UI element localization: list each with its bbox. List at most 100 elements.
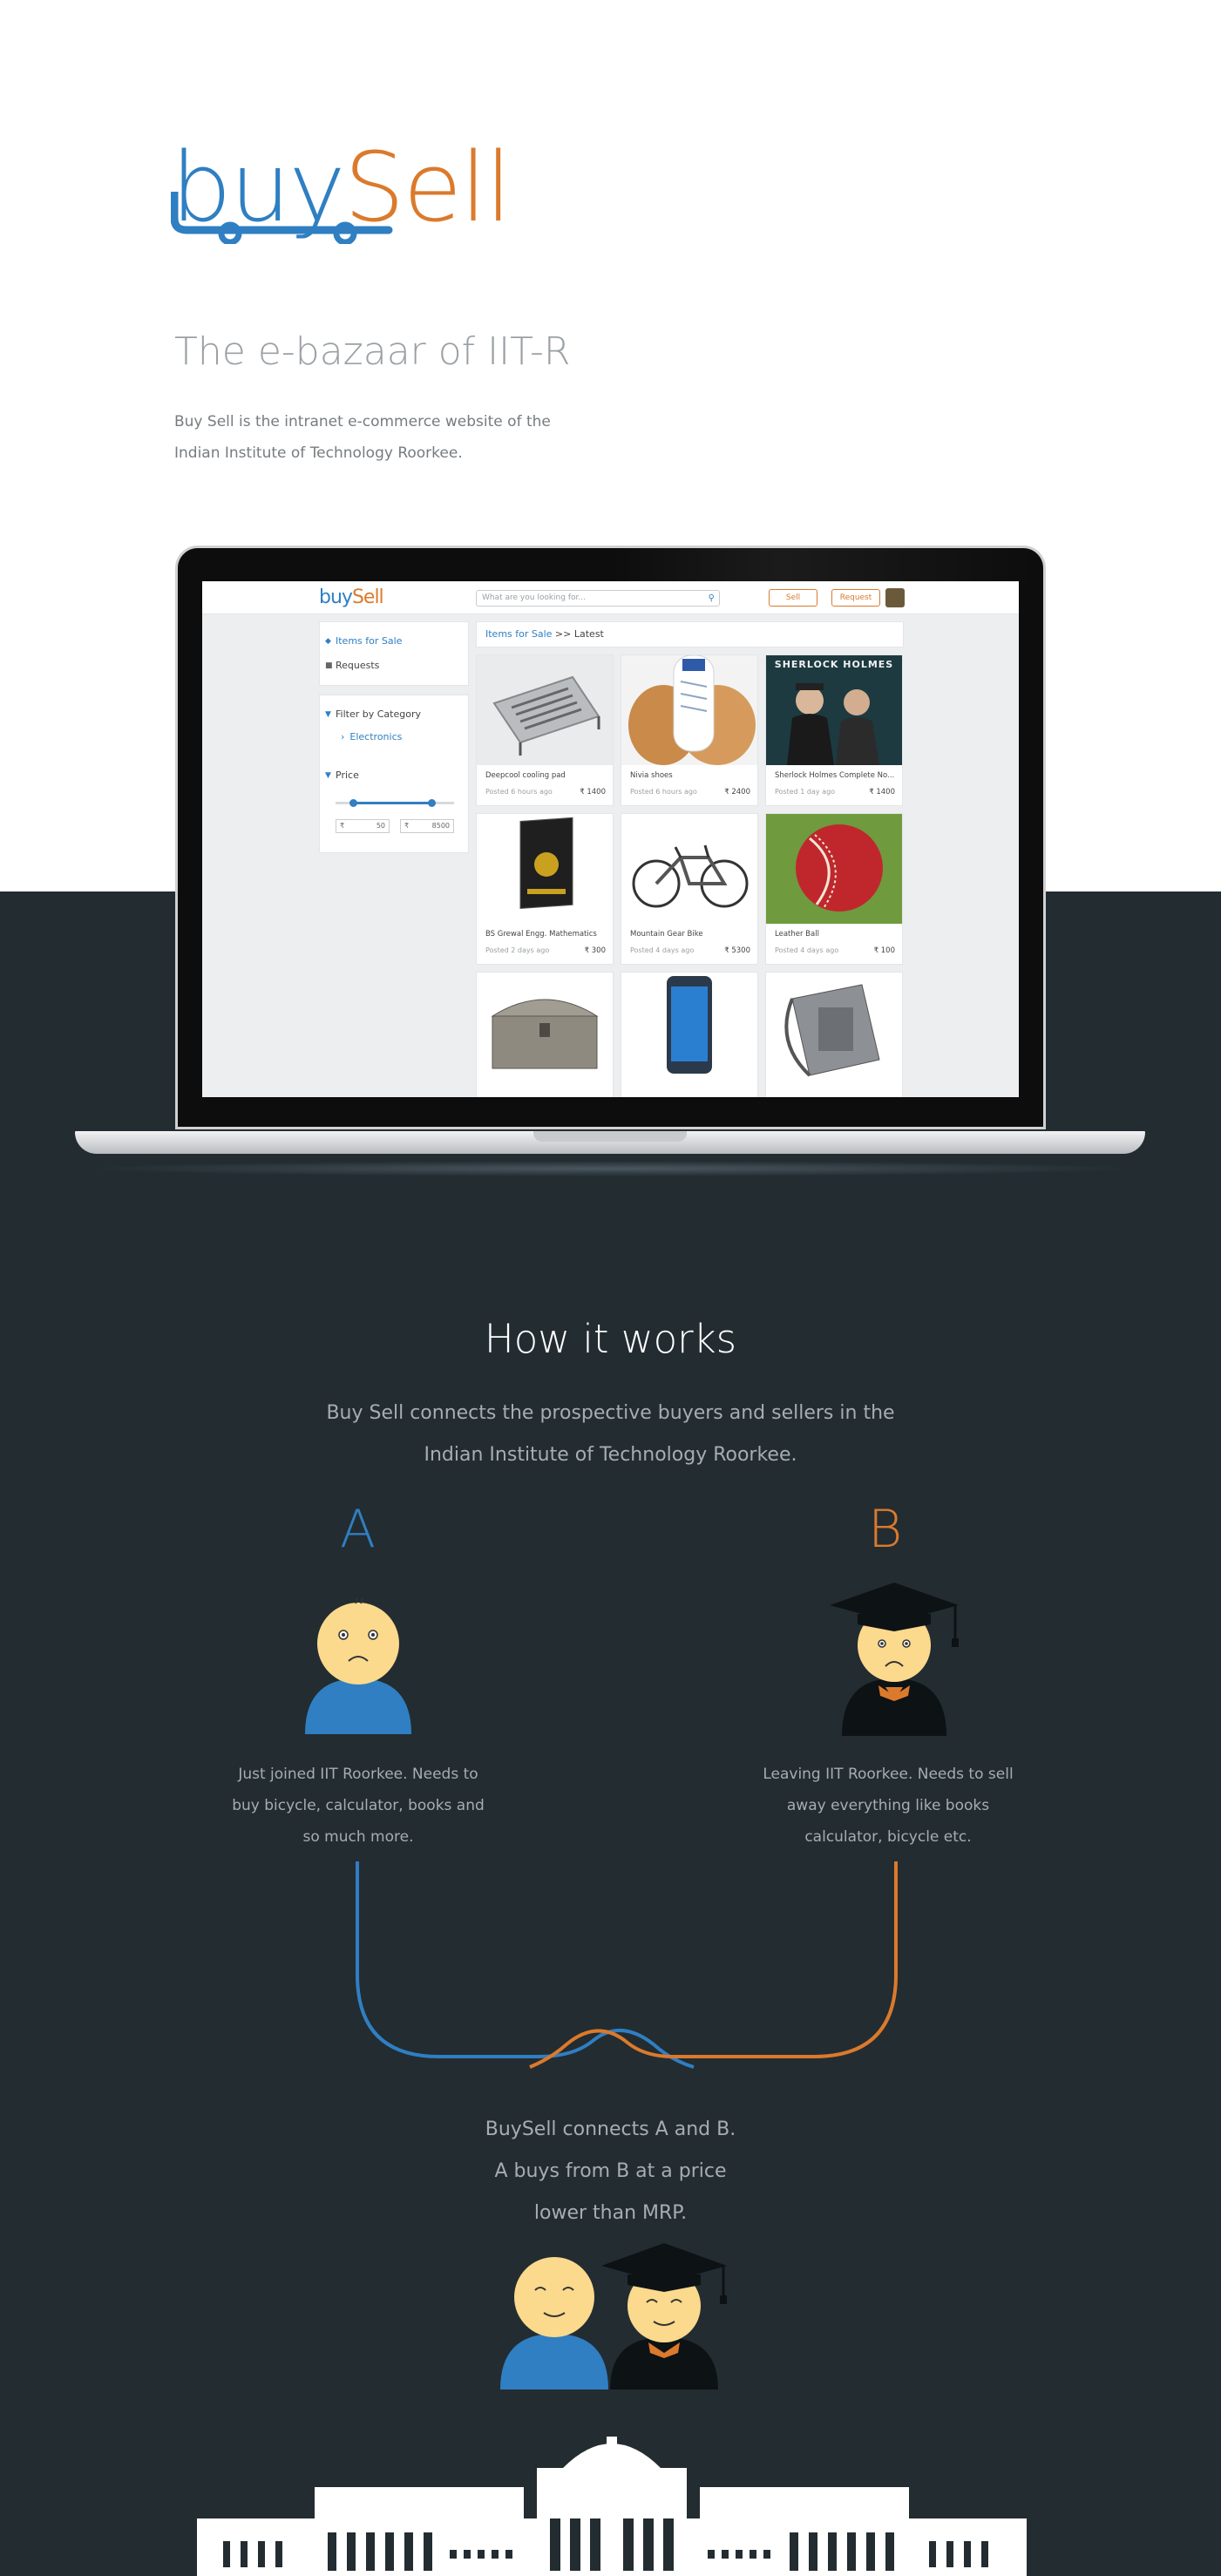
product-posted: Posted 6 hours ago: [485, 788, 553, 796]
product-price: ₹ 100: [873, 946, 895, 955]
sidebar-item-requests[interactable]: ■ Requests: [320, 654, 468, 678]
desc-line: buy bicycle, calculator, books and: [232, 1797, 485, 1814]
shoes-image: [621, 655, 757, 765]
seller-graduate-avatar-icon: [830, 1583, 959, 1736]
laptop-notch: [533, 1131, 687, 1142]
request-button[interactable]: Request: [831, 589, 880, 607]
mock-logo-buy: buy: [319, 586, 353, 608]
product-card[interactable]: Nivia shoes Posted 6 hours ago ₹ 2400: [621, 654, 758, 806]
product-card[interactable]: [476, 972, 614, 1097]
connect-line: BuySell connects A and B.: [485, 2118, 736, 2140]
price-min-input[interactable]: ₹50: [336, 819, 390, 833]
buyer-sad-avatar-icon: [305, 1597, 411, 1734]
desc-line: calculator, bicycle etc.: [804, 1828, 972, 1846]
desc-line: away everything like books: [786, 1797, 990, 1814]
price-max-input[interactable]: ₹8500: [400, 819, 454, 833]
sidebar-item-label: Items for Sale: [336, 635, 403, 647]
product-posted: Posted 1 day ago: [775, 788, 836, 796]
laptop-screen: buySell What are you looking for... ⚲ Se…: [202, 581, 1019, 1097]
product-posted: Posted 4 days ago: [630, 946, 695, 954]
search-icon[interactable]: ⚲: [709, 593, 715, 603]
product-price: ₹ 1400: [580, 788, 606, 797]
mock-header: buySell What are you looking for... ⚲ Se…: [202, 581, 1019, 614]
product-card[interactable]: [765, 972, 903, 1097]
book-image: [477, 814, 613, 924]
product-price: ₹ 5300: [724, 946, 750, 955]
product-title: Mountain Gear Bike: [630, 930, 703, 939]
mock-search-placeholder: What are you looking for...: [482, 593, 586, 602]
product-title: BS Grewal Engg. Mathematics: [485, 930, 597, 939]
cooling-pad-image: [477, 655, 613, 765]
intro-text: Buy Sell is the intranet e-commerce webs…: [174, 406, 558, 469]
connection-lines: [356, 1861, 898, 2069]
product-card[interactable]: Leather Ball Posted 4 days ago ₹ 100: [765, 813, 903, 965]
product-card[interactable]: [621, 972, 758, 1097]
label-a: A: [340, 1499, 376, 1560]
breadcrumb: Items for Sale >> Latest: [476, 621, 904, 647]
filter-icon: ▼: [325, 710, 331, 719]
price-range-fill: [353, 802, 431, 804]
currency-symbol: ₹: [340, 822, 345, 830]
intro-line: Indian Institute of Technology Roorkee.: [174, 444, 463, 462]
product-card[interactable]: BS Grewal Engg. Mathematics Posted 2 day…: [476, 813, 614, 965]
person-b-description: Leaving IIT Roorkee. Needs to sell away …: [757, 1759, 1019, 1853]
chevron-right-icon: ›: [341, 731, 345, 742]
buysell-logo: buySell: [171, 139, 512, 244]
sell-button[interactable]: Sell: [769, 589, 817, 607]
filter-label: Filter by Category: [336, 708, 421, 720]
filter-by-category-heading: ▼ Filter by Category: [320, 702, 468, 727]
intro-line: Buy Sell is the intranet e-commerce webs…: [174, 413, 551, 430]
poster-title: SHERLOCK HOLMES: [774, 659, 894, 670]
breadcrumb-link[interactable]: Items for Sale: [485, 628, 552, 640]
mock-logo-sell: Sell: [351, 586, 384, 608]
tag-icon: ◆: [325, 637, 331, 646]
bicycle-image: [621, 814, 757, 924]
breadcrumb-rest: >> Latest: [552, 628, 604, 640]
price-max-handle[interactable]: [428, 799, 436, 807]
desc-line: Leaving IIT Roorkee. Needs to sell: [763, 1766, 1014, 1783]
sherlock-poster-image: SHERLOCK HOLMES: [766, 655, 902, 765]
product-price: ₹ 2400: [724, 788, 750, 797]
desc-line: so much more.: [302, 1828, 414, 1846]
product-price: ₹ 300: [584, 946, 606, 955]
how-it-works-subtitle: Buy Sell connects the prospective buyers…: [305, 1393, 916, 1476]
product-card[interactable]: Deepcool cooling pad Posted 6 hours ago …: [476, 654, 614, 806]
sidebar-item-items-for-sale[interactable]: ◆ Items for Sale: [320, 629, 468, 654]
price-range-slider[interactable]: [336, 799, 454, 807]
filter-icon: ▼: [325, 771, 331, 780]
category-label: Electronics: [349, 731, 403, 742]
category-electronics[interactable]: › Electronics: [320, 727, 468, 748]
connect-line: lower than MRP.: [533, 2202, 688, 2224]
product-title: Deepcool cooling pad: [485, 771, 566, 780]
subtitle-line: Buy Sell connects the prospective buyers…: [326, 1402, 895, 1424]
mock-sidebar-nav: ◆ Items for Sale ■ Requests: [319, 621, 469, 686]
page: buySell The e-bazaar of IIT-R Buy Sell i…: [0, 0, 1221, 2576]
product-title: Leather Ball: [775, 930, 819, 939]
product-posted: Posted 6 hours ago: [630, 788, 697, 796]
mock-logo[interactable]: buySell: [319, 586, 384, 608]
tagline: The e-bazaar of IIT-R: [174, 329, 571, 374]
box-icon: ■: [325, 661, 333, 670]
product-title: Sherlock Holmes Complete No...: [775, 771, 895, 780]
sidebar-item-label: Requests: [336, 660, 380, 671]
avatar[interactable]: [885, 588, 905, 607]
price-max-value: 8500: [431, 822, 450, 830]
product-card[interactable]: Mountain Gear Bike Posted 4 days ago ₹ 5…: [621, 813, 758, 965]
price-label: Price: [336, 769, 359, 781]
product-posted: Posted 4 days ago: [775, 946, 839, 954]
price-min-handle[interactable]: [349, 799, 357, 807]
happy-buyer-seller-icon: [500, 2243, 727, 2390]
subtitle-line: Indian Institute of Technology Roorkee.: [424, 1444, 797, 1466]
chest-image: [477, 973, 613, 1082]
mock-search-input[interactable]: What are you looking for... ⚲: [476, 590, 720, 607]
desc-line: Just joined IIT Roorkee. Needs to: [238, 1766, 478, 1783]
product-title: Nivia shoes: [630, 771, 673, 780]
label-b: B: [868, 1499, 903, 1560]
laptop-glare: [610, 547, 1037, 582]
person-a-description: Just joined IIT Roorkee. Needs to buy bi…: [227, 1759, 489, 1853]
mock-sidebar-filters: ▼ Filter by Category › Electronics ▼ Price …: [319, 695, 469, 853]
currency-symbol: ₹: [404, 822, 410, 830]
product-posted: Posted 2 days ago: [485, 946, 550, 954]
bag-image: [766, 973, 902, 1082]
product-card[interactable]: SHERLOCK HOLMES Sherlock Holmes Complete…: [765, 654, 903, 806]
